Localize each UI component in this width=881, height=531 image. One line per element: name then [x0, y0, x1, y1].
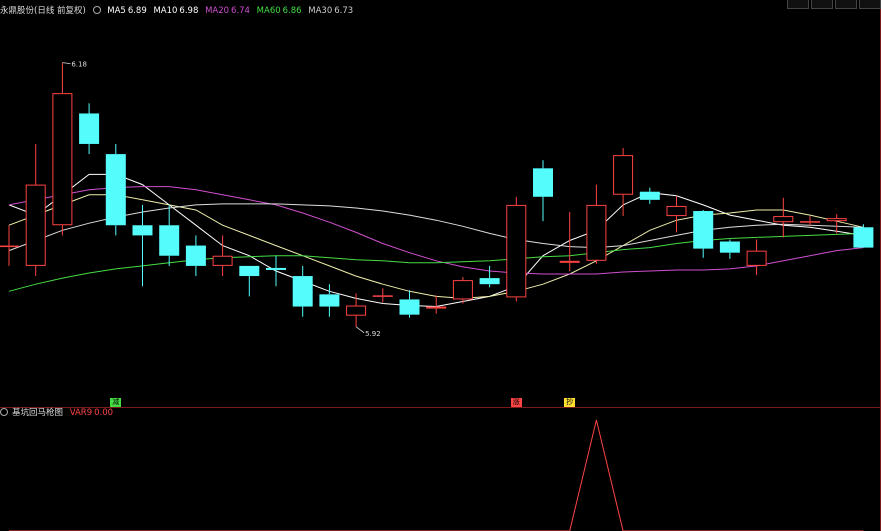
candle-body: [693, 211, 714, 249]
ma30-value: 6.73: [334, 6, 354, 16]
settings-circle-icon[interactable]: [92, 6, 101, 14]
kline-chart[interactable]: 6.18 5.92: [0, 0, 881, 531]
indicator-header: 基坑回马枪图 VAR9 0.00: [0, 407, 117, 419]
signal-reduce: 减: [110, 398, 122, 407]
indicator-name: 基坑回马枪图: [12, 408, 64, 418]
candle-body: [0, 245, 19, 248]
candle-body: [52, 93, 73, 226]
stock-name: 永鼎股份(日线 前复权): [0, 6, 86, 16]
toolbar-button-3[interactable]: [835, 0, 857, 9]
candle-body: [773, 216, 794, 223]
candle-body: [826, 218, 847, 222]
low-price-label: 5.92: [365, 330, 381, 338]
signal-buy: 抄: [564, 398, 576, 407]
top-toolbar: [785, 0, 881, 9]
candle-body: [452, 280, 473, 300]
signal-rise: 涨: [510, 398, 522, 407]
ma60-value: 6.86: [282, 6, 302, 16]
candle-body: [212, 255, 233, 266]
candle-body: [506, 204, 527, 298]
candle-body: [559, 260, 580, 263]
ma10-label: MA10: [153, 6, 178, 16]
candle-body: [719, 241, 740, 253]
candle-body: [613, 155, 634, 195]
ma5-label: MA5: [107, 6, 126, 16]
candle-body: [479, 278, 500, 285]
candle-body: [800, 221, 820, 223]
candle-body: [853, 227, 874, 248]
candle-body: [79, 113, 100, 144]
ma5-value: 6.89: [127, 6, 147, 16]
candle-body: [399, 299, 420, 315]
indicator-settings-icon[interactable]: [0, 408, 8, 416]
candle-body: [105, 154, 126, 226]
candle-body: [533, 168, 553, 197]
candle: [853, 224, 874, 248]
candle-body: [132, 225, 153, 236]
candle-body: [185, 245, 206, 266]
ma60-label: MA60: [256, 6, 281, 16]
high-price-label: 6.18: [71, 61, 87, 69]
candle-body: [586, 204, 607, 261]
candle-body: [239, 265, 260, 277]
ma10-value: 6.98: [179, 6, 199, 16]
ma20-label: MA20: [205, 6, 230, 16]
indicator-var-label: VAR9: [69, 408, 93, 418]
candle-body: [666, 205, 687, 217]
ma30-label: MA30: [308, 6, 333, 16]
candle-body: [25, 184, 46, 266]
candle: [105, 143, 126, 236]
ma20-value: 6.74: [231, 6, 250, 16]
candle-body: [159, 225, 180, 256]
main-header: 永鼎股份(日线 前复权) MA5 6.89 MA10 6.98 MA20 6.74 M…: [0, 4, 357, 18]
candle-body: [372, 295, 393, 297]
toolbar-button-1[interactable]: [787, 0, 809, 9]
candle-body: [746, 250, 767, 266]
toolbar-button-4[interactable]: [859, 0, 881, 9]
toolbar-button-2[interactable]: [811, 0, 833, 9]
candle-body: [292, 276, 313, 307]
candle: [506, 196, 527, 302]
indicator-var-value: 0.00: [94, 408, 114, 418]
candle-body: [319, 294, 340, 307]
candle-body: [639, 191, 660, 200]
candle-body: [346, 305, 367, 316]
candle-body: [426, 306, 447, 309]
candle-body: [266, 267, 286, 270]
